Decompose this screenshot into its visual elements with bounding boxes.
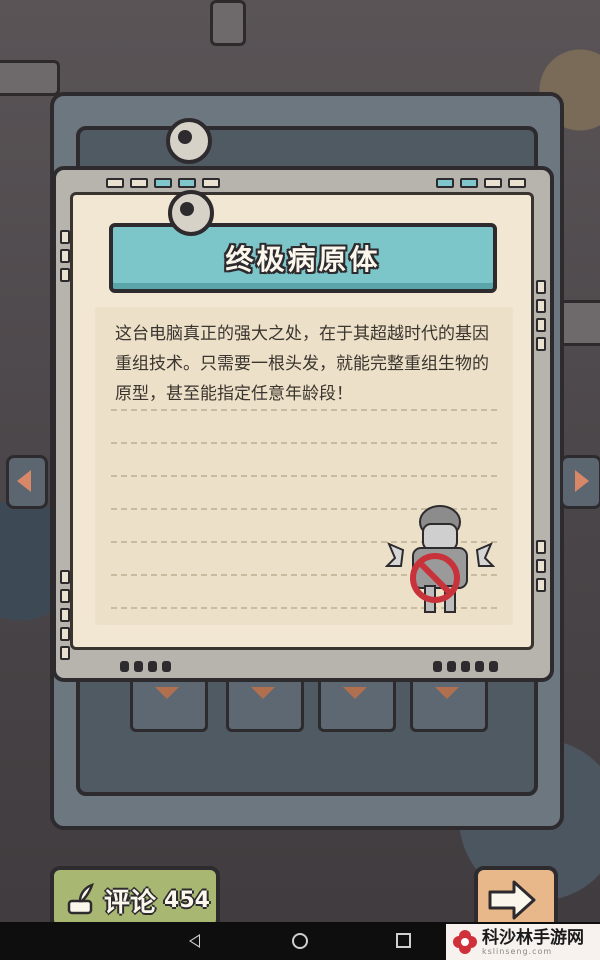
arrow-right-icon	[575, 470, 589, 492]
nav-back-icon[interactable]	[189, 934, 200, 948]
panel-bulb-icon	[168, 190, 214, 236]
machine-slot	[130, 676, 208, 732]
machine-bulb-icon	[166, 118, 212, 164]
side-led-strip	[536, 280, 546, 351]
nav-recent-apps-icon[interactable]	[396, 933, 411, 948]
description-text: 这台电脑真正的强大之处，在于其超越时代的基因重组技术。只需要一根头发，就能完整重…	[115, 324, 489, 404]
machine-slot	[318, 676, 396, 732]
title-banner: 终极病原体	[109, 223, 497, 293]
arrow-left-icon	[17, 470, 31, 492]
machine-slot	[410, 676, 488, 732]
indicator-dots	[120, 661, 171, 672]
machine-slot	[226, 676, 304, 732]
watermark-subtext: kslinseng.com	[482, 946, 553, 956]
side-led-strip	[536, 540, 546, 592]
nav-home-icon[interactable]	[292, 933, 308, 949]
led-strip	[106, 178, 220, 188]
prev-page-arrow[interactable]	[6, 455, 48, 509]
description-card: 终极病原体 这台电脑真正的强大之处，在于其超越时代的基因重组技术。只需要一根头发…	[70, 192, 534, 650]
comment-count: 454	[164, 887, 210, 913]
comment-label: 评论	[104, 887, 157, 918]
background-pipe	[210, 0, 246, 46]
next-page-arrow[interactable]	[560, 455, 600, 509]
flower-logo-icon	[453, 930, 477, 954]
side-led-strip	[60, 570, 70, 660]
card-title: 终极病原体	[225, 243, 381, 276]
zombie-rejected-stamp-icon	[385, 505, 495, 613]
watermark-text: 科沙林手游网	[482, 927, 584, 948]
background-pipe	[0, 60, 60, 96]
card-panel: 终极病原体 这台电脑真正的强大之处，在于其超越时代的基因重组技术。只需要一根头发…	[52, 166, 554, 682]
site-watermark: 科沙林手游网 kslinseng.com	[446, 924, 600, 960]
feather-quill-icon	[67, 883, 94, 915]
indicator-dots	[433, 661, 498, 672]
arrow-right-icon	[488, 880, 536, 920]
side-led-strip	[60, 230, 70, 282]
led-strip	[436, 178, 526, 188]
